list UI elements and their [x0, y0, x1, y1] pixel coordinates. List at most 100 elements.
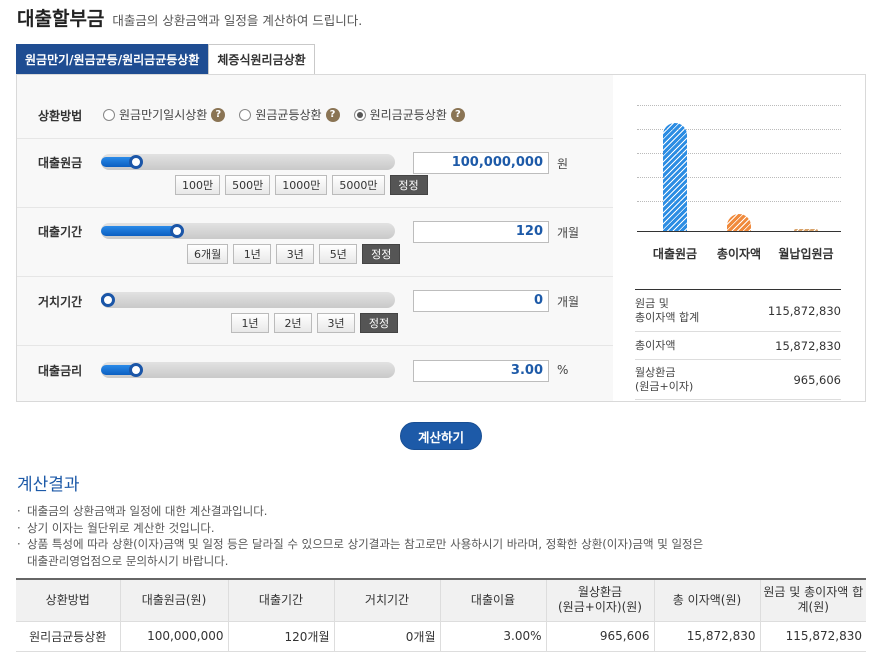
- grace-period-row: 거치기간 0 개월 1년 2년 3년 정정: [17, 277, 613, 346]
- grace-period-reset-button[interactable]: 정정: [360, 313, 398, 333]
- slider-fill: [101, 226, 178, 236]
- table-cell: 100,000,000: [119, 621, 228, 652]
- input-section: 상환방법 원금만기일시상환 ? 원금균등상환 ? 원리금균등상환 ? 대출원금 …: [17, 75, 613, 401]
- radio-label: 원금균등상환: [255, 108, 322, 122]
- radio-circle[interactable]: [103, 108, 115, 121]
- period-6m-button[interactable]: 6개월: [187, 244, 229, 264]
- interest-rate-row: 대출금리 3.00 %: [17, 346, 613, 401]
- grace-3y-button[interactable]: 3년: [317, 313, 355, 333]
- result-title: 계산결과: [17, 475, 80, 495]
- column-header: 총 이자액(원): [653, 578, 760, 622]
- grace-period-label: 거치기간: [38, 295, 83, 309]
- table-row: 원리금균등상환 100,000,000 120개월 0개월 3.00% 965,…: [16, 621, 866, 652]
- loan-period-quick-buttons: 6개월 1년 3년 5년 정정: [187, 244, 401, 264]
- add-10m-button[interactable]: 1000만: [275, 175, 328, 195]
- loan-amount-quick-buttons: 100만 500만 1000만 5000만 정정: [175, 175, 428, 195]
- column-header: 대출기간: [227, 578, 334, 622]
- radio-bullet-repayment[interactable]: 원금만기일시상환 ?: [103, 106, 226, 123]
- add-1m-button[interactable]: 100만: [175, 175, 221, 195]
- x-label-monthly-principal: 월납입원금: [778, 247, 834, 261]
- period-5y-button[interactable]: 5년: [319, 244, 358, 264]
- method-options: 원금만기일시상환 ? 원금균등상환 ? 원리금균등상환 ?: [103, 106, 465, 123]
- bar-principal: [663, 123, 687, 231]
- slider-handle[interactable]: [101, 293, 116, 307]
- radio-circle[interactable]: [239, 108, 252, 121]
- summary-row-interest: 총이자액 15,872,830: [635, 332, 841, 360]
- interest-rate-unit: %: [557, 363, 569, 377]
- note-item: 대출금의 상환금액과 일정에 대한 계산결과입니다.: [17, 503, 877, 520]
- period-3y-button[interactable]: 3년: [276, 244, 315, 264]
- result-notes: 대출금의 상환금액과 일정에 대한 계산결과입니다. 상기 이자는 월단위로 계…: [17, 503, 877, 569]
- x-label-principal: 대출원금: [652, 247, 698, 261]
- column-header: 원금 및 총이자액 합 계(원): [759, 578, 866, 622]
- radio-equal-principal[interactable]: 원금균등상환 ?: [239, 106, 340, 123]
- interest-rate-slider[interactable]: [101, 362, 395, 378]
- x-label-total-interest: 총이자액: [716, 247, 762, 261]
- add-50m-button[interactable]: 5000만: [332, 175, 385, 195]
- grace-period-unit: 개월: [557, 295, 580, 309]
- column-header: 월상환금 (원금+이자)(원): [545, 578, 654, 622]
- table-cell: 0개월: [333, 621, 440, 652]
- loan-period-reset-button[interactable]: 정정: [362, 244, 401, 264]
- method-row: 상환방법 원금만기일시상환 ? 원금균등상환 ? 원리금균등상환 ?: [17, 75, 613, 139]
- help-icon[interactable]: ?: [450, 107, 465, 122]
- note-item: 상기 이자는 월단위로 계산한 것입니다.: [17, 520, 877, 537]
- grace-period-slider[interactable]: [101, 292, 395, 308]
- grace-period-quick-buttons: 1년 2년 3년 정정: [231, 313, 398, 333]
- result-table: 상환방법 대출원금(원) 대출기간 거치기간 대출이율 월상환금 (원금+이자)(…: [16, 578, 866, 652]
- bar-chart: [637, 99, 841, 231]
- table-header-row: 상환방법 대출원금(원) 대출기간 거치기간 대출이율 월상환금 (원금+이자)(…: [16, 578, 866, 622]
- note-item: 상품 특성에 따라 상환(이자)금액 및 일정 등은 달라질 수 있으므로 상기…: [17, 536, 877, 569]
- page-header: 대출할부금 대출금의 상환금액과 일정을 계산하여 드립니다.: [17, 4, 362, 31]
- summary-label: 총이자액: [635, 338, 676, 352]
- table-cell: 120개월: [227, 621, 334, 652]
- calculator-panel: 상환방법 원금만기일시상환 ? 원금균등상환 ? 원리금균등상환 ? 대출원금 …: [16, 74, 866, 402]
- gridline: [637, 105, 841, 106]
- slider-handle[interactable]: [170, 224, 185, 238]
- loan-period-row: 대출기간 120 개월 6개월 1년 3년 5년 정정: [17, 208, 613, 277]
- period-1y-button[interactable]: 1년: [233, 244, 272, 264]
- tab-bar: 원금만기/원금균등/원리금균등상환 체증식원리금상환: [16, 44, 315, 74]
- method-label: 상환방법: [38, 109, 83, 123]
- loan-amount-reset-button[interactable]: 정정: [389, 175, 428, 195]
- help-icon[interactable]: ?: [211, 107, 226, 122]
- result-preview: 대출원금 총이자액 월납입원금 원금 및 총이자액 합계 115,872,830 …: [613, 75, 865, 401]
- tab-equal-repayment[interactable]: 원금만기/원금균등/원리금균등상환: [16, 44, 209, 74]
- table-cell: 115,872,830: [759, 621, 866, 652]
- summary-table: 원금 및 총이자액 합계 115,872,830 총이자액 15,872,830 …: [635, 289, 841, 400]
- add-5m-button[interactable]: 500만: [225, 175, 271, 195]
- radio-circle-selected[interactable]: [353, 108, 366, 121]
- calculate-button[interactable]: 계산하기: [400, 422, 482, 450]
- loan-amount-row: 대출원금 100,000,000 원 100만 500만 1000만 5000만…: [17, 139, 613, 208]
- grace-1y-button[interactable]: 1년: [231, 313, 269, 333]
- loan-period-input[interactable]: 120: [413, 221, 549, 243]
- loan-amount-input[interactable]: 100,000,000: [413, 152, 549, 174]
- table-cell: 3.00%: [439, 621, 546, 652]
- slider-handle[interactable]: [129, 363, 144, 377]
- bar-total-interest: [727, 213, 751, 231]
- radio-label: 원리금균등상환: [369, 108, 447, 122]
- loan-period-label: 대출기간: [38, 225, 83, 239]
- summary-row-total: 원금 및 총이자액 합계 115,872,830: [635, 290, 841, 332]
- loan-period-slider[interactable]: [101, 223, 395, 239]
- help-icon[interactable]: ?: [325, 107, 340, 122]
- loan-amount-unit: 원: [557, 157, 569, 171]
- slider-handle[interactable]: [129, 155, 144, 169]
- grace-period-input[interactable]: 0: [413, 290, 549, 312]
- loan-period-unit: 개월: [557, 226, 580, 240]
- page-title: 대출할부금: [17, 8, 105, 30]
- loan-amount-slider[interactable]: [101, 154, 395, 170]
- summary-label: 월상환금 (원금+이자): [635, 365, 694, 393]
- loan-amount-label: 대출원금: [38, 156, 83, 170]
- table-cell: 원리금균등상환: [16, 621, 120, 652]
- interest-rate-input[interactable]: 3.00: [413, 360, 549, 382]
- column-header: 상환방법: [16, 578, 120, 622]
- radio-equal-installment[interactable]: 원리금균등상환 ?: [353, 106, 465, 123]
- column-header: 거치기간: [333, 578, 440, 622]
- tab-graduated-repayment[interactable]: 체증식원리금상환: [208, 44, 315, 74]
- chart-baseline: [637, 231, 841, 232]
- page-subtitle: 대출금의 상환금액과 일정을 계산하여 드립니다.: [112, 13, 363, 28]
- grace-2y-button[interactable]: 2년: [274, 313, 312, 333]
- interest-rate-label: 대출금리: [38, 364, 83, 378]
- column-header: 대출원금(원): [119, 578, 228, 622]
